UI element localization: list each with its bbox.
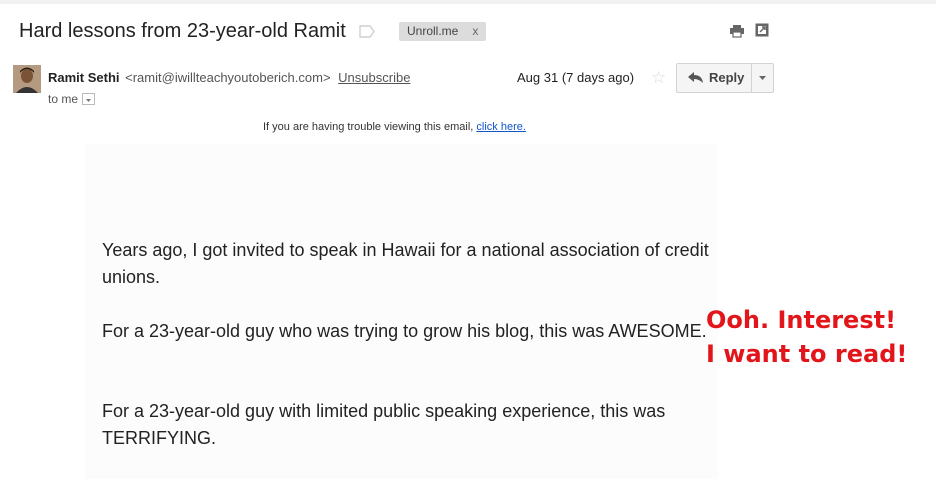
top-divider xyxy=(0,0,936,4)
label-chip-remove[interactable]: x xyxy=(472,24,478,38)
trouble-text: If you are having trouble viewing this e… xyxy=(263,121,477,133)
email-subject: Hard lessons from 23-year-old Ramit xyxy=(19,20,346,42)
sender-email: <ramit@iwillteachyoutoberich.com> xyxy=(125,70,331,85)
label-chip-unrollme[interactable]: Unroll.me x xyxy=(399,22,487,41)
avatar-image xyxy=(13,65,41,93)
important-marker-icon[interactable] xyxy=(359,25,375,38)
click-here-link[interactable]: click here. xyxy=(476,121,526,133)
sender-line: Ramit Sethi <ramit@iwillteachyoutoberich… xyxy=(48,70,410,85)
trouble-viewing-notice: If you are having trouble viewing this e… xyxy=(263,121,526,133)
reply-button-group: Reply xyxy=(676,63,774,93)
more-actions-button[interactable] xyxy=(752,64,773,92)
unsubscribe-link[interactable]: Unsubscribe xyxy=(338,70,410,85)
chevron-down-icon xyxy=(759,76,766,80)
print-icon[interactable] xyxy=(729,24,745,38)
details-dropdown-icon[interactable] xyxy=(82,93,96,105)
body-paragraph-2: For a 23-year-old guy who was trying to … xyxy=(102,321,707,341)
sender-name[interactable]: Ramit Sethi xyxy=(48,70,120,85)
reply-button[interactable]: Reply xyxy=(677,64,751,92)
body-paragraph-1: Years ago, I got invited to speak in Haw… xyxy=(102,240,709,287)
reply-arrow-icon xyxy=(688,72,703,83)
annotation-line-1: Ooh. Interest! xyxy=(706,306,897,334)
recipient-text: to me xyxy=(48,92,79,106)
label-chip-text: Unroll.me xyxy=(407,24,459,38)
message-date: Aug 31 (7 days ago) xyxy=(517,70,635,85)
star-icon[interactable]: ☆ xyxy=(651,68,666,88)
reply-label: Reply xyxy=(709,70,745,85)
new-window-icon[interactable] xyxy=(755,23,769,37)
red-annotation: Ooh. Interest! I want to read! xyxy=(706,303,907,371)
annotation-line-2: I want to read! xyxy=(706,340,908,368)
body-paragraph-3: For a 23-year-old guy with limited publi… xyxy=(102,401,666,448)
sender-avatar[interactable] xyxy=(13,65,41,93)
recipient-line: to me xyxy=(48,92,96,106)
